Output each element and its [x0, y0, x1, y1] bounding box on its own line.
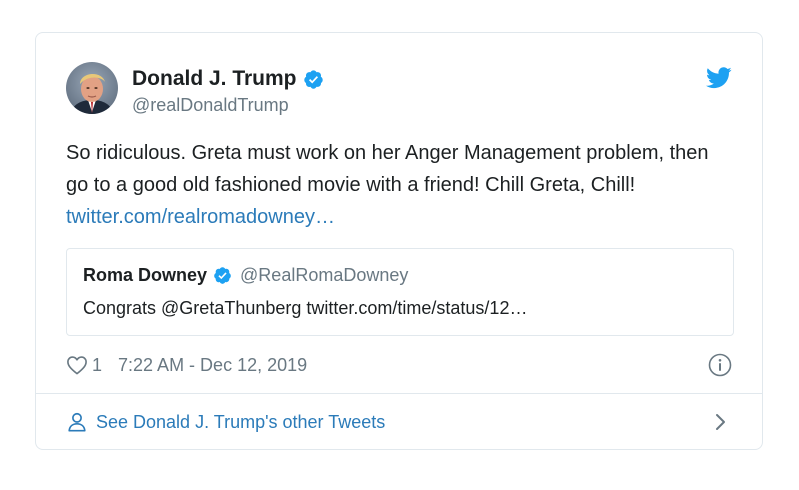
quoted-author-name: Roma Downey [83, 265, 208, 285]
author-block: Donald J. Trump @realDonaldTrump [132, 67, 324, 116]
quoted-author-handle: @RealRomaDowney [240, 265, 409, 285]
person-icon [68, 412, 86, 432]
quoted-tweet-text: Congrats @GretaThunberg twitter.com/time… [83, 298, 528, 318]
tweet-body: So ridiculous. Greta must work on her An… [66, 142, 709, 196]
tweet-timestamp[interactable]: 7:22 AM - Dec 12, 2019 [118, 355, 307, 376]
heart-icon[interactable] [66, 355, 88, 375]
like-count[interactable]: 1 [92, 355, 102, 376]
tweet-meta: 1 7:22 AM - Dec 12, 2019 [66, 353, 307, 377]
author-handle[interactable]: @realDonaldTrump [132, 94, 324, 116]
tweet-text: So ridiculous. Greta must work on her An… [66, 137, 736, 233]
quoted-verified-badge-icon [214, 267, 231, 284]
author-avatar[interactable] [66, 62, 118, 114]
author-name[interactable]: Donald J. Trump [132, 67, 297, 91]
tweet-card: Donald J. Trump @realDonaldTrump So ridi… [35, 32, 763, 450]
see-other-tweets-link[interactable]: See Donald J. Trump's other Tweets [66, 394, 732, 450]
verified-badge-icon [303, 69, 323, 89]
twitter-bird-icon[interactable] [706, 67, 732, 89]
see-other-tweets-label[interactable]: See Donald J. Trump's other Tweets [96, 412, 385, 433]
chevron-right-icon[interactable] [714, 412, 728, 432]
tweet-link[interactable]: twitter.com/realromadowney… [66, 206, 335, 228]
quoted-tweet[interactable]: Roma Downey @RealRomaDowney Congrats @Gr… [66, 248, 734, 336]
info-icon[interactable] [708, 353, 732, 377]
avatar-image [66, 62, 118, 114]
